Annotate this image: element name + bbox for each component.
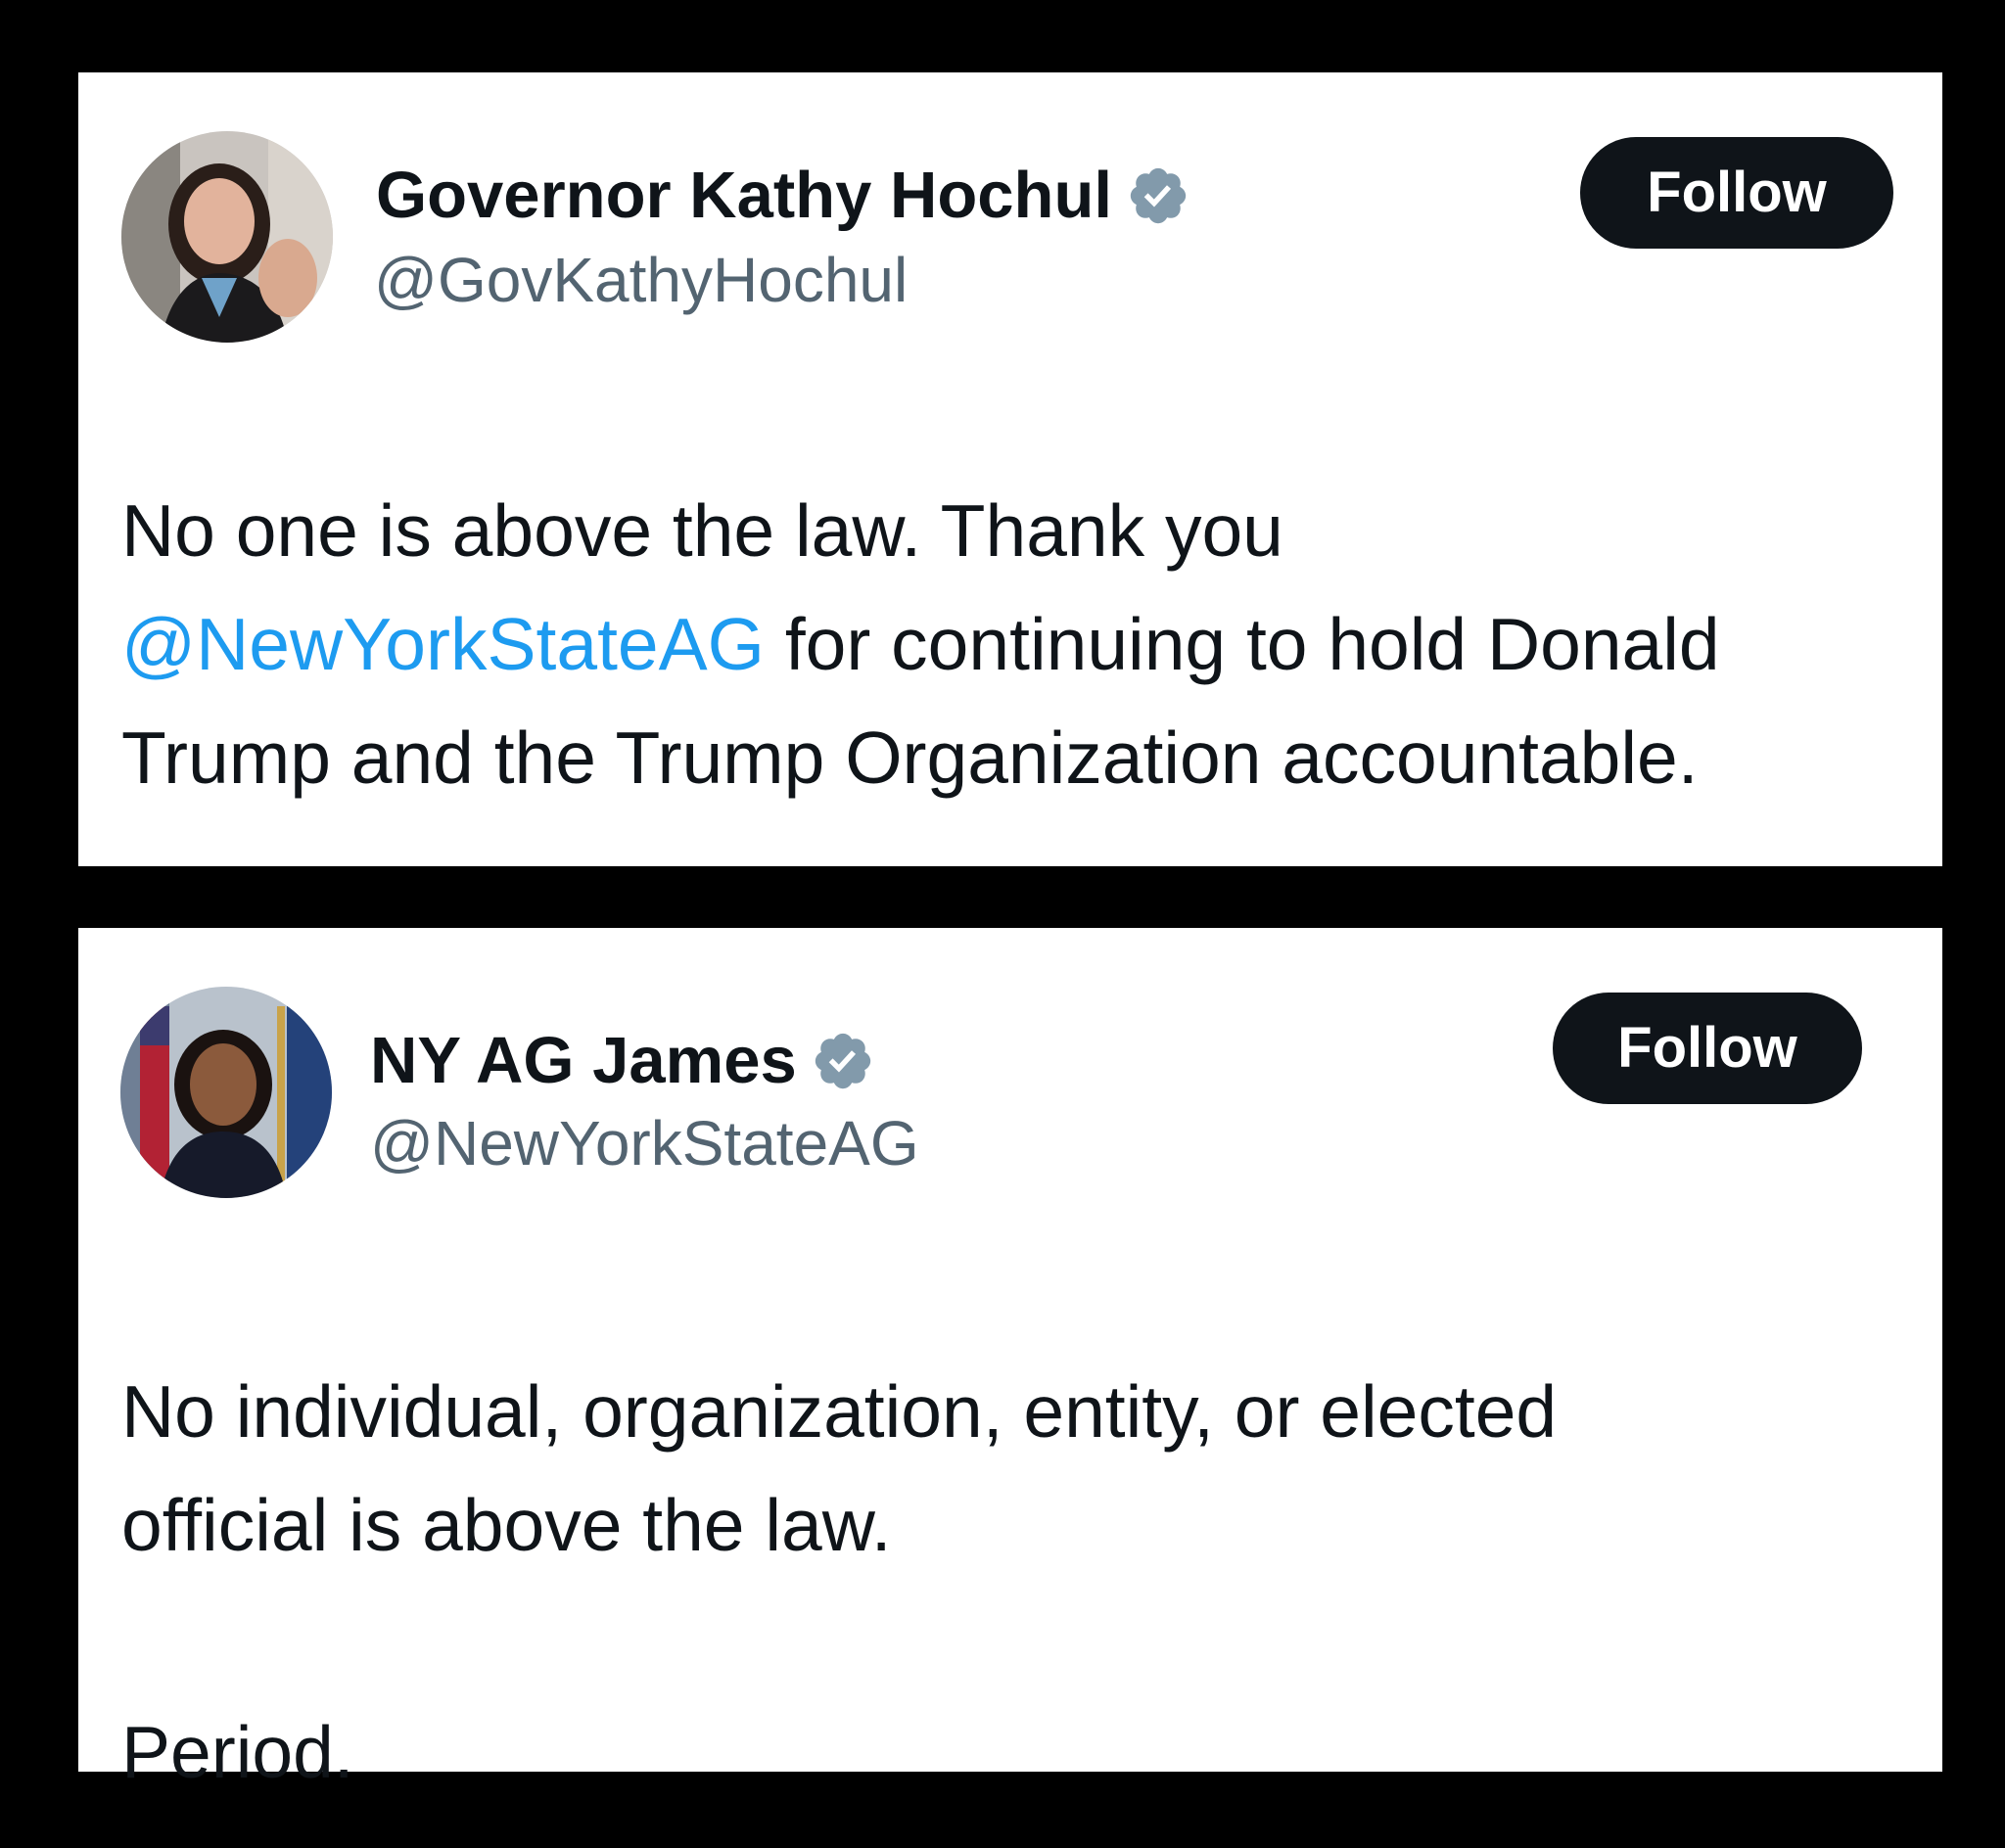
profile-photo — [121, 131, 333, 343]
handle[interactable]: @NewYorkStateAG — [370, 1104, 919, 1182]
follow-button[interactable]: Follow — [1580, 137, 1893, 249]
tweet-text: No one is above the law. Thank you @NewY… — [121, 474, 1942, 814]
display-name[interactable]: NY AG James — [370, 1022, 797, 1100]
verified-badge-icon — [811, 1029, 875, 1093]
name-row: NY AG James — [370, 1022, 875, 1100]
handle[interactable]: @GovKathyHochul — [374, 241, 908, 319]
verified-badge-icon — [1126, 163, 1190, 228]
follow-button[interactable]: Follow — [1553, 993, 1862, 1104]
display-name[interactable]: Governor Kathy Hochul — [376, 157, 1112, 235]
tweet-card: NY AG James @NewYorkStateAG Follow No in… — [78, 928, 1942, 1793]
profile-photo — [120, 987, 332, 1198]
avatar[interactable] — [121, 131, 333, 343]
avatar[interactable] — [120, 987, 332, 1198]
tweet-text-part: No one is above the law. Thank you — [121, 489, 1283, 572]
tweet-text: No individual, organization, entity, or … — [121, 1370, 1558, 1793]
mention-link[interactable]: @NewYorkStateAG — [121, 603, 765, 685]
tweet-card: Governor Kathy Hochul @GovKathyHochul Fo… — [78, 72, 1942, 866]
name-row: Governor Kathy Hochul — [376, 157, 1190, 235]
